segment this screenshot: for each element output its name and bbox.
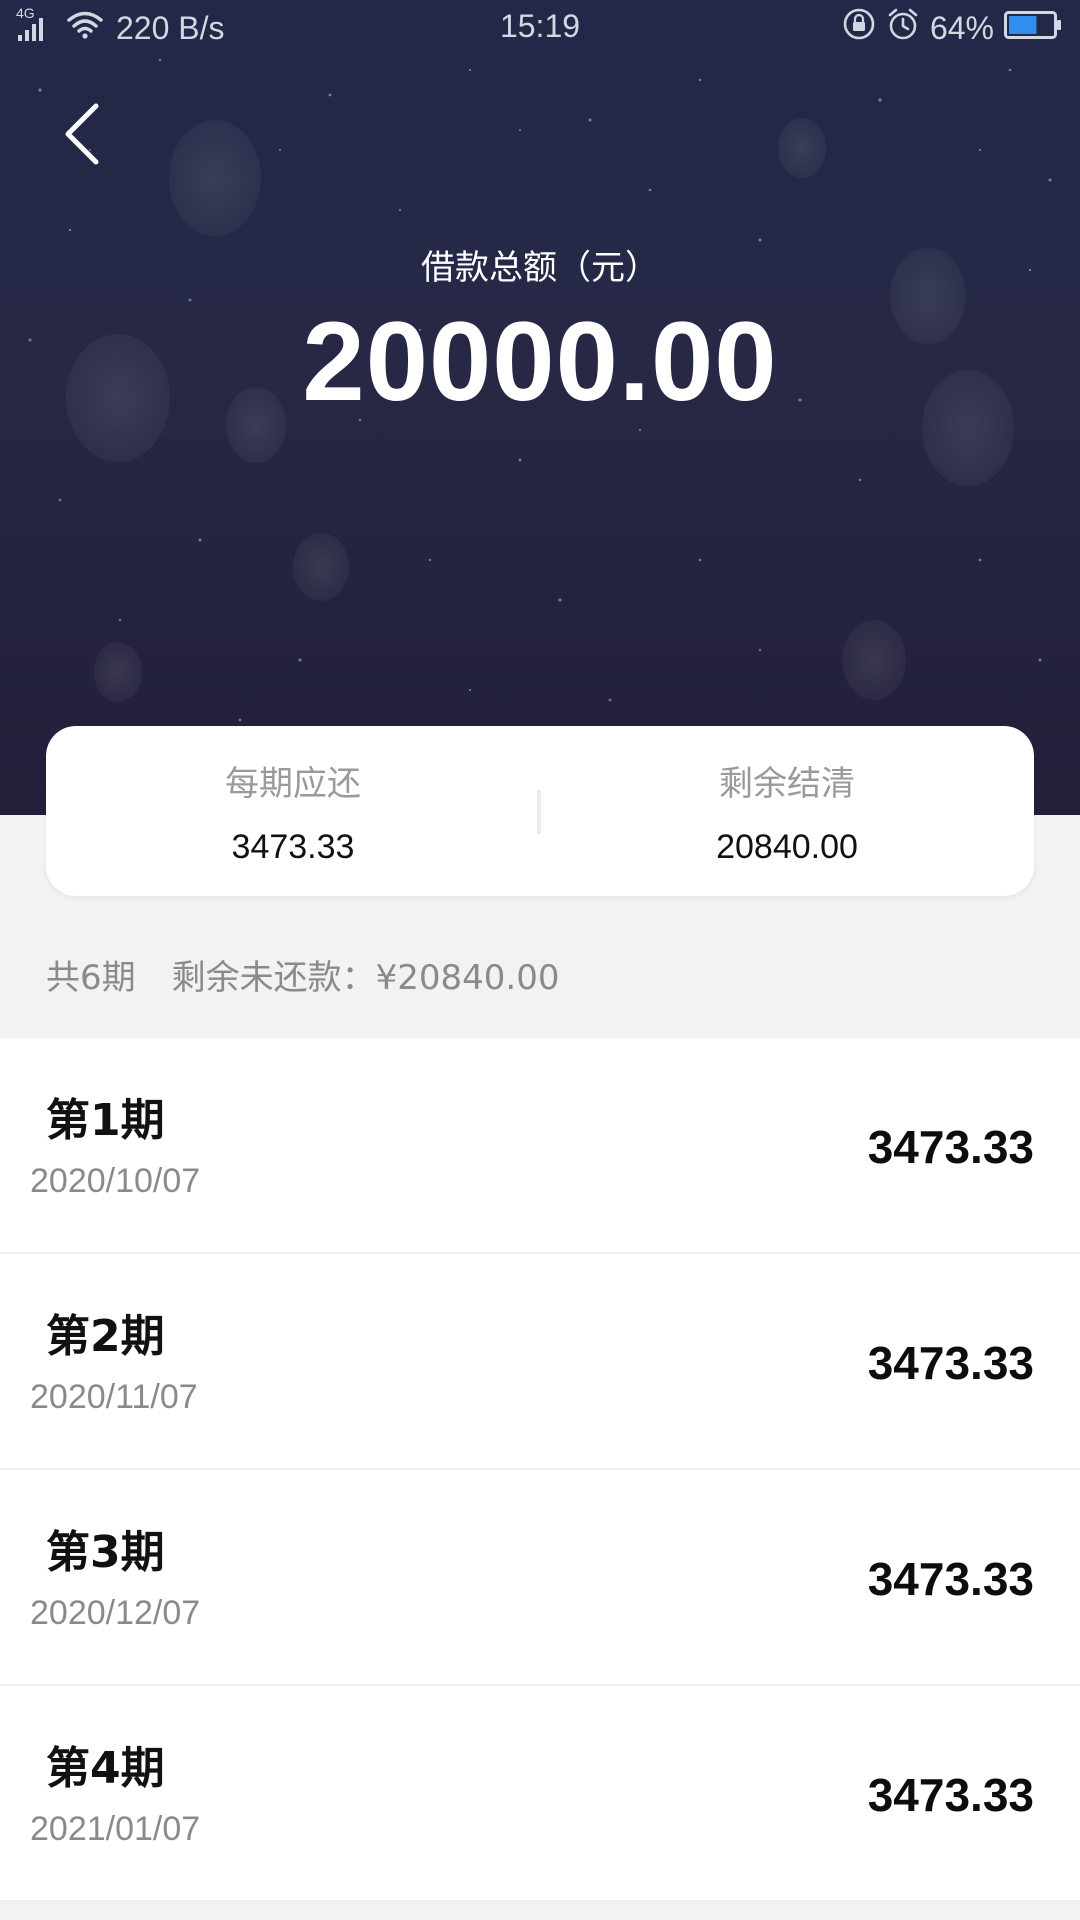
screen: 4G 220 B/s 15:19 64% 借款总额（元） 20000.00 每期… — [0, 0, 1080, 1920]
installment-date: 2020/12/07 — [30, 1594, 201, 1632]
total-periods: 共6期 — [46, 958, 136, 998]
remaining-label: 剩余结清 — [719, 764, 855, 804]
lock-rotation-icon — [842, 7, 876, 49]
status-right: 64% — [842, 8, 1062, 48]
installment-date: 2021/01/07 — [30, 1810, 201, 1848]
installment-title: 第1期 — [46, 1095, 165, 1146]
alarm-icon — [886, 7, 920, 49]
summary-card: 每期应还 3473.33 剩余结清 20840.00 — [46, 726, 1034, 896]
per-period-label: 每期应还 — [225, 764, 361, 804]
installment-row[interactable]: 第4期 2021/01/07 3473.33 — [0, 1686, 1080, 1902]
installment-amount: 3473.33 — [867, 1121, 1034, 1173]
back-button[interactable] — [52, 98, 112, 174]
chevron-left-icon — [62, 102, 102, 170]
per-period-summary: 每期应还 3473.33 — [46, 726, 540, 896]
battery-percentage: 64% — [929, 9, 994, 46]
installment-row[interactable]: 第3期 2020/12/07 3473.33 — [0, 1470, 1080, 1686]
remaining-summary: 剩余结清 20840.00 — [540, 726, 1034, 896]
loan-total-label: 借款总额（元） — [421, 248, 659, 288]
installment-amount: 3473.33 — [867, 1769, 1034, 1821]
installment-row[interactable]: 第2期 2020/11/07 3473.33 — [0, 1254, 1080, 1470]
installment-amount: 3473.33 — [867, 1553, 1034, 1605]
installment-title: 第2期 — [46, 1311, 165, 1362]
installment-title: 第4期 — [46, 1743, 165, 1794]
installment-date: 2020/11/07 — [30, 1378, 198, 1416]
remaining-value: 20840.00 — [716, 828, 858, 866]
per-period-value: 3473.33 — [231, 828, 355, 866]
installment-date: 2020/10/07 — [30, 1162, 201, 1200]
repayment-info: 共6期 剩余未还款：¥20840.00 — [46, 950, 560, 999]
installment-list: 第1期 2020/10/07 3473.33 第2期 2020/11/07 34… — [0, 1038, 1080, 1902]
installment-amount: 3473.33 — [867, 1337, 1034, 1389]
installment-title: 第3期 — [46, 1527, 165, 1578]
status-bar: 4G 220 B/s 15:19 64% — [0, 0, 1080, 56]
loan-total-amount: 20000.00 — [302, 299, 778, 424]
installment-row[interactable]: 第1期 2020/10/07 3473.33 — [0, 1038, 1080, 1254]
remaining-unpaid: 剩余未还款：¥20840.00 — [171, 958, 560, 998]
battery-icon — [1004, 10, 1062, 47]
